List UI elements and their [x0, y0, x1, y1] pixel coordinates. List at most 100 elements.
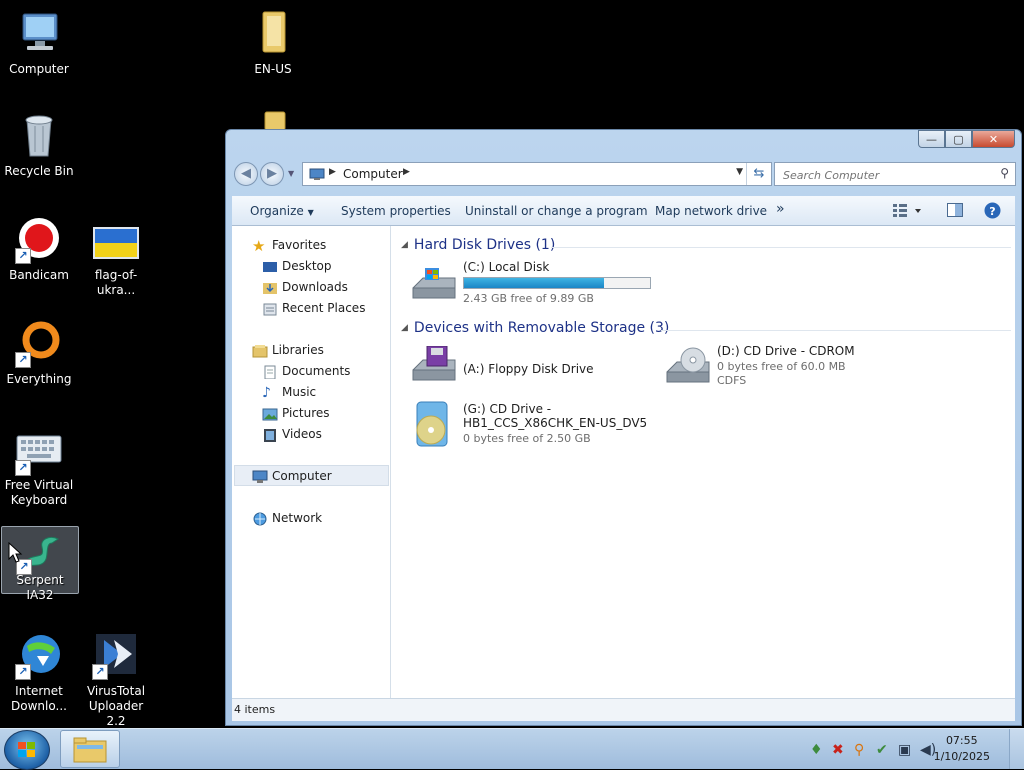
network-error-tray-icon[interactable]: ✖: [832, 742, 844, 758]
shortcut-arrow-icon: ↗: [15, 460, 31, 476]
desktop-icon-free-virtual-keyboard[interactable]: ↗ Free Virtual Keyboard: [1, 432, 77, 508]
security-shield-tray-icon[interactable]: ✔: [876, 742, 888, 758]
nav-favorites[interactable]: ★ Favorites: [252, 238, 326, 253]
breadcrumb-separator-icon[interactable]: ▶: [329, 167, 336, 177]
breadcrumb-computer[interactable]: Computer: [343, 167, 403, 181]
desktop-icon-label: Computer: [9, 62, 69, 76]
drive-a-name: (A:) Floppy Disk Drive: [463, 362, 594, 376]
collapse-triangle-icon[interactable]: ◢: [401, 323, 408, 333]
bandicam-icon: ↗: [15, 216, 63, 264]
address-bar[interactable]: ▶ Computer ▶ ▼ ⇆: [302, 162, 772, 186]
organize-button[interactable]: Organize ▼: [250, 204, 314, 218]
nav-desktop[interactable]: Desktop: [262, 259, 332, 274]
desktop-icon-label: EN-US: [254, 62, 292, 76]
computer-icon: [252, 470, 268, 484]
desktop-icon-label: Bandicam: [9, 268, 69, 282]
system-properties-button[interactable]: System properties: [341, 204, 451, 218]
search-input[interactable]: [781, 164, 985, 186]
close-button[interactable]: ✕: [972, 130, 1015, 148]
collapse-triangle-icon[interactable]: ◢: [401, 240, 408, 250]
back-button[interactable]: ◀: [234, 162, 258, 186]
desktop-icon-label: Internet Downlo...: [11, 684, 67, 713]
search-icon[interactable]: ⚲: [1000, 166, 1009, 180]
nav-music[interactable]: ♪ Music: [262, 385, 316, 400]
refresh-icon[interactable]: ⇆: [746, 163, 771, 185]
desktop-icon-computer[interactable]: Computer: [1, 10, 77, 77]
shortcut-arrow-icon: ↗: [15, 352, 31, 368]
dvd-disc-icon: [416, 401, 448, 447]
desktop-icon-label: Free Virtual Keyboard: [4, 478, 74, 507]
window-client-area: ★ Favorites Desktop Downloads Recent Plac…: [232, 226, 1015, 698]
nav-videos[interactable]: Videos: [262, 427, 322, 442]
nav-downloads[interactable]: Downloads: [262, 280, 348, 295]
desktop-icon: [262, 260, 278, 274]
nav-pictures[interactable]: Pictures: [262, 406, 330, 421]
floppy-drive-icon: [412, 346, 456, 381]
computer-icon: [15, 10, 63, 58]
recycle-bin-icon: [15, 112, 63, 160]
nav-network[interactable]: Network: [252, 511, 322, 526]
drive-d-free-space: 0 bytes free of 60.0 MB: [717, 360, 846, 373]
svg-text:?: ?: [989, 205, 995, 218]
desktop-icon-virustotal-uploader[interactable]: ↗ VirusTotal Uploader 2.2: [78, 632, 154, 729]
taskbar-explorer-button[interactable]: [60, 730, 120, 768]
windows-logo-icon: [18, 742, 35, 757]
desktop-icon-bandicam[interactable]: ↗ Bandicam: [1, 216, 77, 283]
mouse-cursor-icon: [8, 542, 23, 563]
help-icon[interactable]: ?: [984, 202, 1001, 222]
network-share-tray-icon[interactable]: ♦: [810, 742, 823, 758]
group-header-removable-storage[interactable]: ◢ Devices with Removable Storage (3): [401, 320, 669, 336]
more-commands-button[interactable]: »: [776, 201, 785, 217]
group-header-hard-disk-drives[interactable]: ◢ Hard Disk Drives (1): [401, 237, 555, 253]
drive-c-usage-fill: [464, 278, 605, 288]
window-controls: — ▢ ✕: [918, 130, 1015, 148]
virustotal-icon: ↗: [92, 632, 140, 680]
libraries-icon: [252, 344, 268, 358]
map-network-drive-button[interactable]: Map network drive: [655, 204, 767, 218]
taskbar: ♦ ✖ ⚲ ✔ ▣ ◀) 07:55 1/10/2025: [0, 728, 1024, 770]
minimize-button[interactable]: —: [918, 130, 945, 148]
desktop-icon-flag-of-ukraine[interactable]: flag-of-ukra...: [78, 216, 154, 298]
breadcrumb-separator-icon[interactable]: ▶: [403, 167, 410, 177]
drive-d[interactable]: (D:) CD Drive - CDROM 0 bytes free of 60…: [663, 344, 893, 390]
desktop-icon-label: Serpent IA32: [16, 573, 64, 602]
pictures-icon: [262, 407, 278, 421]
drive-g[interactable]: (G:) CD Drive - HB1_CCS_X86CHK_EN-US_DV5…: [409, 400, 659, 450]
nav-recent-places[interactable]: Recent Places: [262, 301, 365, 316]
change-view-icon[interactable]: [892, 202, 922, 221]
music-note-icon: ♪: [262, 384, 271, 401]
recent-pages-dropdown-icon[interactable]: ▼: [288, 169, 294, 178]
nav-libraries[interactable]: Libraries: [252, 343, 324, 358]
clock[interactable]: 07:55 1/10/2025: [934, 733, 990, 765]
drive-g-free-space: 0 bytes free of 2.50 GB: [463, 432, 591, 445]
desktop-icon-internet-download-manager[interactable]: ↗ Internet Downlo...: [1, 632, 77, 714]
command-bar: Organize ▼ System properties Uninstall o…: [232, 196, 1015, 226]
desktop-icon-label: Recycle Bin: [4, 164, 74, 178]
desktop-icon-everything[interactable]: ↗ Everything: [1, 320, 77, 387]
keyboard-icon: ↗: [15, 432, 63, 480]
everything-search-icon: ↗: [15, 320, 63, 368]
drive-g-name-line1: (G:) CD Drive -: [463, 402, 552, 416]
uninstall-program-button[interactable]: Uninstall or change a program: [465, 204, 648, 218]
recent-places-icon: [262, 302, 278, 316]
forward-button[interactable]: ▶: [260, 162, 284, 186]
nav-documents[interactable]: Documents: [262, 364, 350, 379]
start-button[interactable]: [4, 730, 50, 770]
preview-pane-icon[interactable]: [947, 203, 963, 220]
nav-computer[interactable]: Computer: [252, 469, 332, 484]
desktop-icon-label: Everything: [6, 372, 72, 386]
explorer-window[interactable]: — ▢ ✕ ◀ ▶ ▼ ▶ Computer ▶ ▼ ⇆ ⚲ Organize …: [225, 129, 1022, 726]
address-dropdown-icon[interactable]: ▼: [736, 167, 743, 177]
drive-a[interactable]: (A:) Floppy Disk Drive: [409, 344, 639, 390]
search-tray-icon[interactable]: ⚲: [854, 742, 864, 758]
clock-time: 07:55: [945, 734, 978, 747]
maximize-button[interactable]: ▢: [945, 130, 972, 148]
desktop-icon-recycle-bin[interactable]: Recycle Bin: [1, 112, 77, 179]
network-connection-tray-icon[interactable]: ▣: [898, 742, 911, 758]
desktop-icon-en-us[interactable]: EN-US: [235, 10, 311, 77]
search-box[interactable]: ⚲: [774, 162, 1016, 186]
documents-icon: [262, 365, 278, 379]
computer-icon: [309, 168, 325, 184]
item-count: 4 items: [234, 703, 276, 716]
show-desktop-button[interactable]: [1009, 729, 1024, 769]
